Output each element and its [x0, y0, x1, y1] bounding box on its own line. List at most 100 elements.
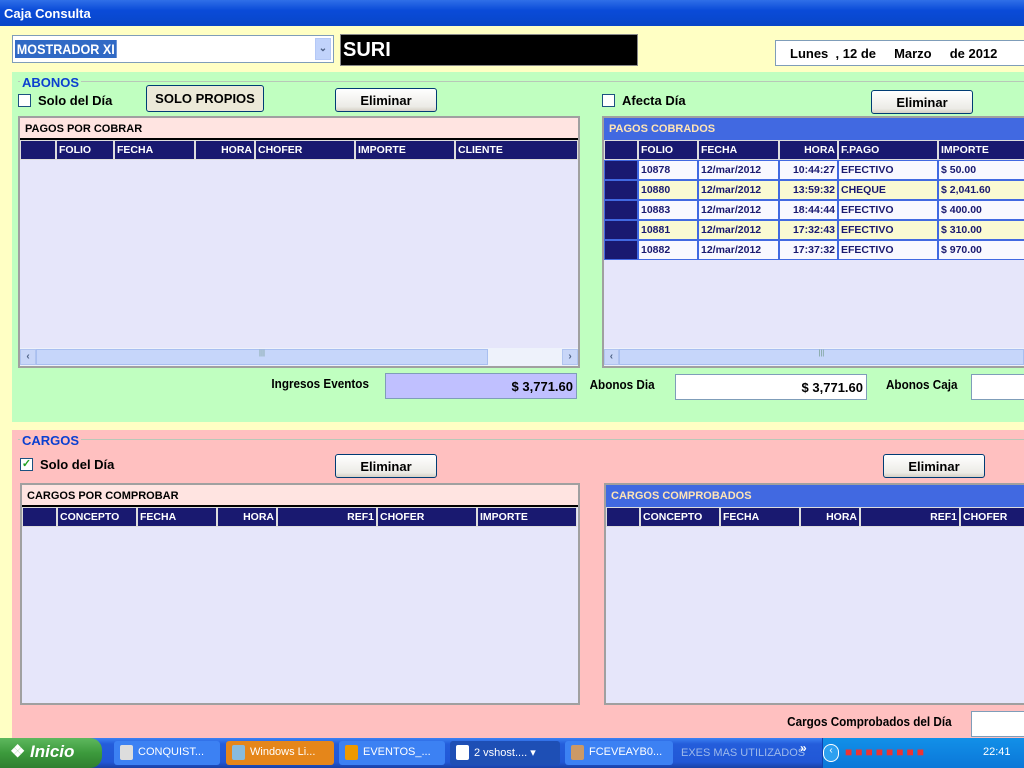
column-header[interactable]: CLIENTE	[455, 140, 578, 160]
task-vshost[interactable]: 2 vshost.... ▾	[450, 741, 560, 765]
row-header-corner	[604, 140, 638, 160]
eliminar-cargos-comprobados-button[interactable]: Eliminar	[883, 454, 985, 478]
task-eventos[interactable]: EVENTOS_...	[339, 741, 445, 765]
date-year: de 2012	[949, 46, 998, 61]
user-name-field: SURI	[340, 34, 638, 66]
scroll-thumb[interactable]: |||	[36, 349, 488, 365]
start-label: Inicio	[29, 742, 75, 761]
row-header-corner	[20, 140, 56, 160]
column-header[interactable]: HORA	[217, 507, 277, 527]
eliminar-pagos-por-cobrar-button[interactable]: Eliminar	[335, 88, 437, 112]
date-display: Lunes , 12 de Marzo de 2012	[775, 40, 1024, 66]
windows-logo-icon: ❖	[10, 742, 26, 761]
table-row[interactable]: 10880 12/mar/2012 13:59:32 CHEQUE $ 2,041.60	[604, 180, 1024, 200]
date-weekday: Lunes	[790, 46, 829, 61]
task-conquist[interactable]: CONQUIST...	[114, 741, 220, 765]
column-header[interactable]: F.PAGO	[838, 140, 938, 160]
quick-toolbar-label[interactable]: EXES MAS UTILIZADOS	[681, 747, 805, 759]
table-cell: $ 50.00	[938, 160, 1024, 180]
checkbox-icon[interactable]	[602, 94, 615, 107]
cargos-solo-del-dia-checkbox[interactable]: ✓ Solo del Día	[20, 457, 114, 472]
table-row[interactable]: ▶ 10878 12/mar/2012 10:44:27 EFECTIVO $ 50.00	[604, 160, 1024, 180]
row-selector	[604, 220, 638, 240]
column-header[interactable]: FOLIO	[56, 140, 114, 160]
ingresos-eventos-label: Ingresos Eventos	[271, 376, 369, 391]
table-cell: 12/mar/2012	[698, 160, 779, 180]
table-row[interactable]: 10881 12/mar/2012 17:32:43 EFECTIVO $ 310.00	[604, 220, 1024, 240]
column-header[interactable]: IMPORTE	[477, 507, 577, 527]
cargos-comprobados-dia-label: Cargos Comprobados del Día	[787, 714, 952, 729]
task-windows-live[interactable]: Windows Li...	[226, 741, 334, 765]
table-cell: 17:37:32	[779, 240, 838, 260]
table-cell: 10881	[638, 220, 698, 240]
grid-header-row: FOLIO FECHA HORA F.PAGO IMPORTE	[604, 140, 1024, 160]
task-label: Windows Li...	[250, 746, 316, 758]
tray-expand-icon[interactable]: ‹	[823, 744, 839, 762]
column-header[interactable]: CONCEPTO	[57, 507, 137, 527]
app-icon	[345, 745, 358, 760]
column-header[interactable]: HORA	[800, 507, 860, 527]
checkbox-label: Afecta Día	[622, 93, 686, 108]
column-header[interactable]: CONCEPTO	[640, 507, 720, 527]
column-header[interactable]: FECHA	[698, 140, 779, 160]
start-button[interactable]: ❖ Inicio	[0, 738, 102, 768]
chevron-down-icon[interactable]: ⌄	[315, 38, 331, 60]
task-fceveayb[interactable]: FCEVEAYB0...	[565, 741, 673, 765]
table-cell: 17:32:43	[779, 220, 838, 240]
column-header[interactable]: HORA	[195, 140, 255, 160]
checkmark-icon[interactable]: ✓	[20, 458, 33, 471]
cargos-por-comprobar-grid[interactable]: CARGOS POR COMPROBAR CONCEPTO FECHA HORA RE…	[20, 483, 580, 705]
task-label: FCEVEAYB0...	[589, 746, 663, 758]
chevron-right-icon[interactable]: »	[800, 741, 807, 755]
checkbox-label: Solo del Día	[40, 457, 115, 472]
table-cell: 18:44:44	[779, 200, 838, 220]
column-header[interactable]: CHOFER	[255, 140, 355, 160]
row-header-corner	[22, 507, 57, 527]
scroll-right-icon[interactable]: ›	[562, 349, 578, 365]
column-header[interactable]: FECHA	[720, 507, 800, 527]
checkbox-icon[interactable]	[18, 94, 31, 107]
solo-propios-button[interactable]: SOLO PROPIOS	[146, 85, 264, 112]
column-header[interactable]: HORA	[779, 140, 838, 160]
column-header[interactable]: CHOFER	[960, 507, 1024, 527]
column-header[interactable]: IMPORTE	[355, 140, 455, 160]
table-row[interactable]: 10883 12/mar/2012 18:44:44 EFECTIVO $ 400.00	[604, 200, 1024, 220]
scroll-left-icon[interactable]: ‹	[604, 349, 619, 365]
cargos-comprobados-grid[interactable]: CARGOS COMPROBADOS CONCEPTO FECHA HORA REF1…	[604, 483, 1024, 705]
table-row[interactable]: 10882 12/mar/2012 17:37:32 EFECTIVO $ 970.00	[604, 240, 1024, 260]
column-header[interactable]: REF1	[277, 507, 377, 527]
table-cell: EFECTIVO	[838, 160, 938, 180]
cargos-title: CARGOS	[20, 433, 82, 448]
column-header[interactable]: IMPORTE	[938, 140, 1024, 160]
column-header[interactable]: REF1	[860, 507, 960, 527]
scroll-thumb[interactable]: |||	[618, 349, 1024, 365]
column-header[interactable]: FECHA	[114, 140, 195, 160]
grid-header-row: CONCEPTO FECHA HORA REF1 CHOFER	[606, 507, 1024, 527]
horizontal-scrollbar[interactable]: ‹ ||| ›	[20, 348, 578, 366]
table-cell: 10880	[638, 180, 698, 200]
pagos-por-cobrar-grid[interactable]: PAGOS POR COBRAR FOLIO FECHA HORA CHOFER IMP…	[18, 116, 580, 368]
ingresos-eventos-field: $ 3,771.60	[385, 373, 577, 399]
mostrador-combo[interactable]: MOSTRADOR XI ⌄	[12, 35, 334, 63]
eliminar-pagos-cobrados-button[interactable]: Eliminar	[871, 90, 973, 114]
table-cell: 10882	[638, 240, 698, 260]
window-icon	[456, 745, 469, 760]
document-icon	[120, 745, 133, 760]
tray-icons[interactable]: ■■■■■■■■	[845, 745, 927, 759]
column-header[interactable]: CHOFER	[377, 507, 477, 527]
abonos-panel: ABONOS Solo del Día SOLO PROPIOS Elimina…	[12, 72, 1024, 422]
eliminar-cargos-por-comprobar-button[interactable]: Eliminar	[335, 454, 437, 478]
pagos-cobrados-grid[interactable]: PAGOS COBRADOS FOLIO FECHA HORA F.PAGO IMPOR…	[602, 116, 1024, 368]
column-header[interactable]: FECHA	[137, 507, 217, 527]
abonos-caja-field	[971, 374, 1024, 400]
cargos-comprobados-dia-field	[971, 711, 1024, 737]
table-cell: 12/mar/2012	[698, 240, 779, 260]
column-header[interactable]: FOLIO	[638, 140, 698, 160]
scroll-left-icon[interactable]: ‹	[20, 349, 36, 365]
clock: 22:41	[983, 746, 1011, 758]
cargos-panel: CARGOS ✓ Solo del Día Eliminar Eliminar C…	[12, 430, 1024, 740]
window-title: Caja Consulta	[4, 6, 91, 21]
horizontal-scrollbar[interactable]: ‹ |||	[604, 348, 1024, 366]
afecta-dia-checkbox[interactable]: Afecta Día	[602, 93, 686, 108]
solo-del-dia-checkbox[interactable]: Solo del Día	[18, 93, 112, 108]
